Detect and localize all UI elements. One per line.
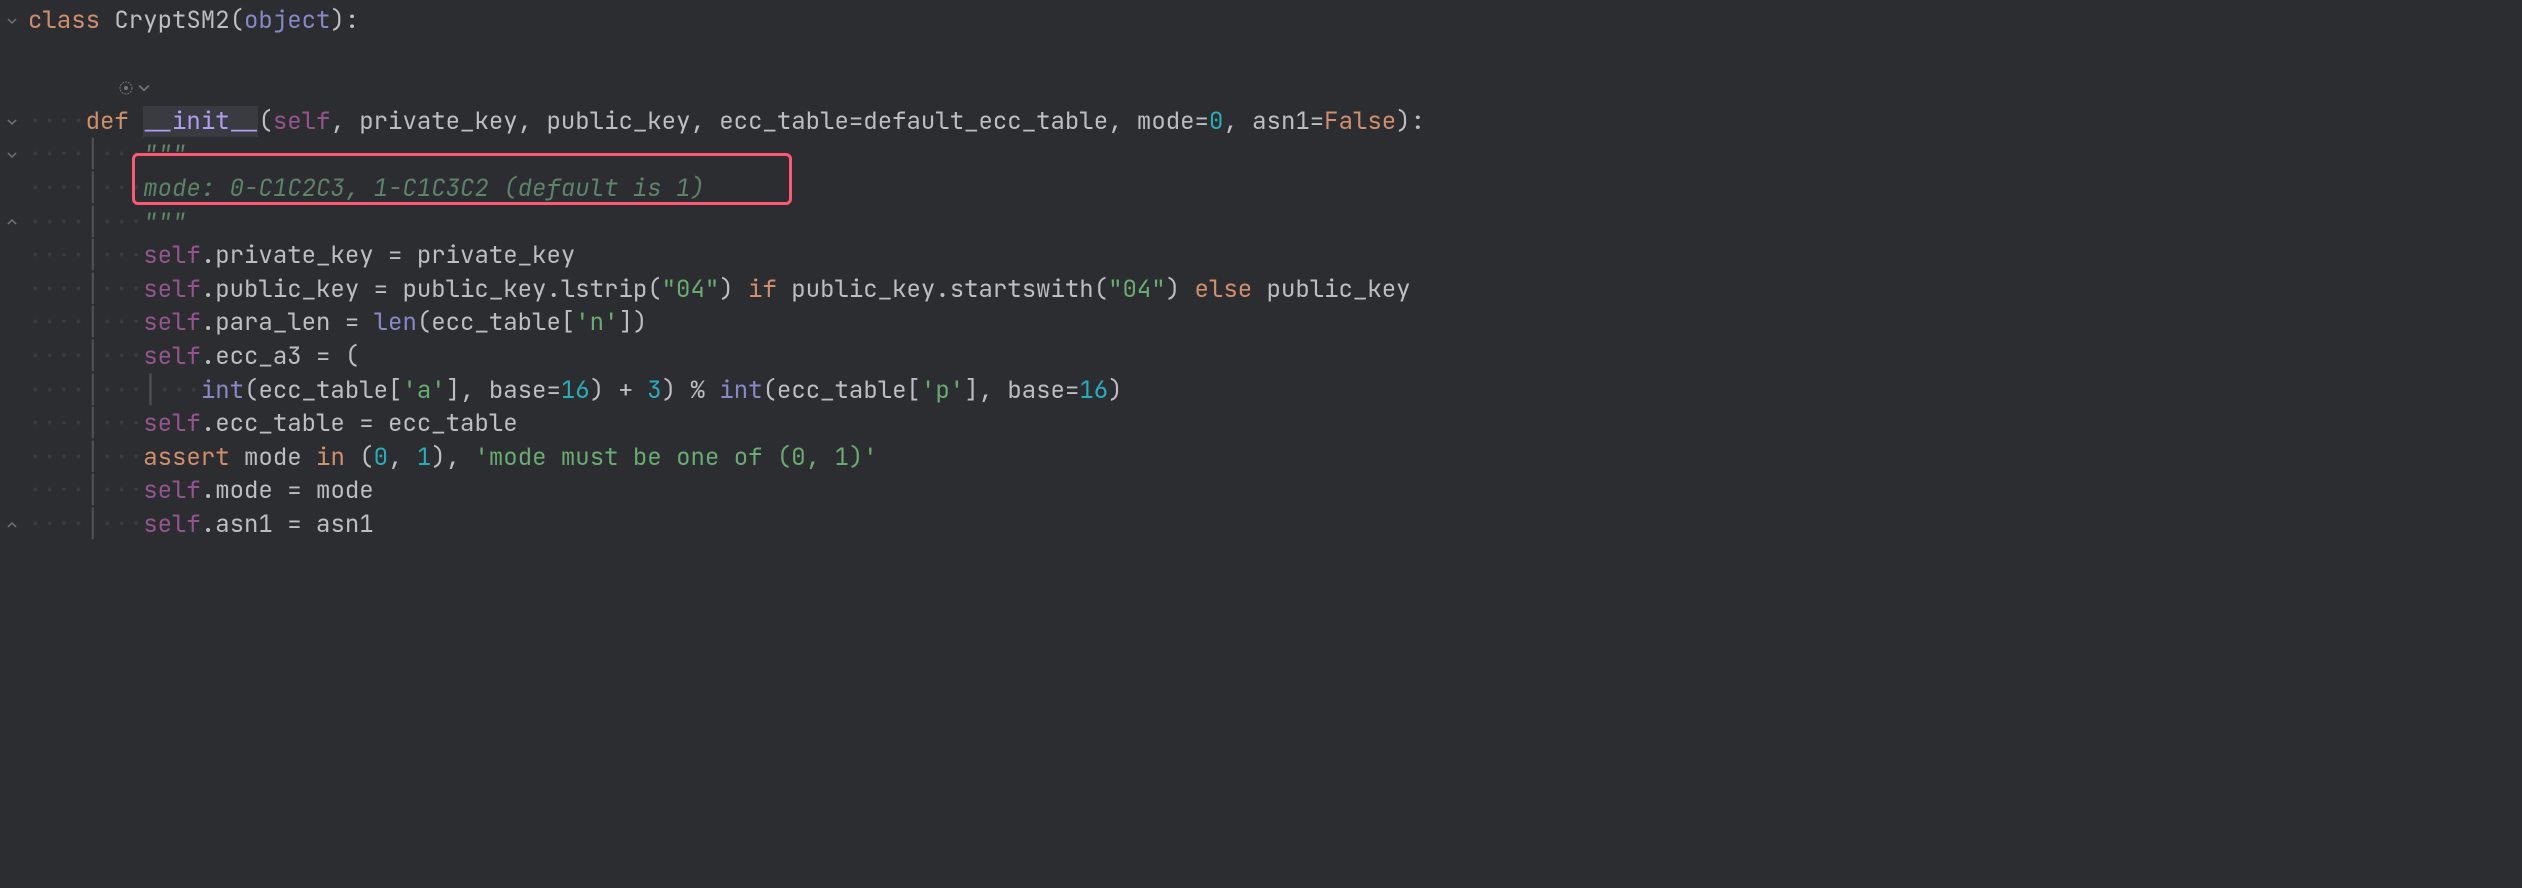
mode-default-value: 0: [1209, 106, 1223, 137]
code-line[interactable]: ····│···""": [28, 206, 2522, 240]
gutter-blank: [0, 340, 24, 374]
gutter-blank: [0, 239, 24, 273]
code-editor[interactable]: class CryptSM2(object): ····def __init__…: [0, 0, 2522, 546]
code-line[interactable]: ····│···self.ecc_table = ecc_table: [28, 407, 2522, 441]
usages-icon: [118, 80, 134, 96]
gutter-blank: [0, 38, 24, 72]
code-line[interactable]: ····│···self.asn1 = asn1: [28, 508, 2522, 542]
docstring-content: mode: 0-C1C2C3, 1-C1C3C2 (default is 1): [143, 173, 705, 204]
param-public-key: public_key: [546, 106, 690, 137]
param-ecc-table: ecc_table: [719, 106, 849, 137]
code-line[interactable]: ····│···self.ecc_a3 = (: [28, 340, 2522, 374]
gutter-blank: [0, 71, 24, 105]
string-n: 'n': [575, 307, 618, 338]
code-line-blank[interactable]: [28, 38, 2522, 72]
attr-mode: mode: [215, 475, 273, 506]
keyword-else: else: [1195, 274, 1253, 305]
string-p: 'p': [921, 375, 964, 406]
gutter-blank: [0, 374, 24, 408]
fold-marker-class[interactable]: [0, 4, 24, 38]
chevron-down-icon: [138, 82, 150, 94]
code-line[interactable]: ····│···self.private_key = private_key: [28, 239, 2522, 273]
keyword-if: if: [748, 274, 777, 305]
attr-asn1: asn1: [215, 509, 273, 540]
kwarg-base: base: [489, 375, 547, 406]
keyword-in: in: [316, 442, 345, 473]
code-line[interactable]: class CryptSM2(object):: [28, 4, 2522, 38]
attr-ecc-a3: ecc_a3: [215, 341, 301, 372]
fold-marker-docstr-close[interactable]: [0, 206, 24, 240]
string-a: 'a': [402, 375, 445, 406]
asn1-default-value: False: [1324, 106, 1396, 137]
gutter-blank: [0, 273, 24, 307]
param-private-key: private_key: [359, 106, 517, 137]
param-asn1: asn1: [1252, 106, 1310, 137]
docstring-open: """: [143, 139, 186, 170]
attr-para-len: para_len: [215, 307, 330, 338]
default-ecc-table: default_ecc_table: [863, 106, 1108, 137]
fold-marker-def[interactable]: [0, 105, 24, 139]
docstring-close: """: [143, 207, 186, 238]
builtin-int: int: [201, 375, 244, 406]
code-line[interactable]: ····│···assert mode in (0, 1), 'mode mus…: [28, 441, 2522, 475]
attr-ecc-table: ecc_table: [215, 408, 345, 439]
gutter-blank: [0, 306, 24, 340]
attr-private-key: private_key: [215, 240, 373, 271]
string-04: "04": [662, 274, 720, 305]
param-mode: mode: [1137, 106, 1195, 137]
code-line-docstring[interactable]: ····│···mode: 0-C1C2C3, 1-C1C3C2 (defaul…: [28, 172, 2522, 206]
gutter-blank: [0, 172, 24, 206]
code-line[interactable]: ····def __init__(self, private_key, publ…: [28, 105, 2522, 139]
method-lstrip: lstrip: [561, 274, 647, 305]
fold-marker-docstr-open[interactable]: [0, 138, 24, 172]
method-startswith: startswith: [950, 274, 1094, 305]
keyword-assert: assert: [143, 442, 229, 473]
gutter: [0, 0, 24, 546]
attr-public-key: public_key: [215, 274, 359, 305]
gutter-blank: [0, 441, 24, 475]
gutter-blank: [0, 407, 24, 441]
assert-message: 'mode must be one of (0, 1)': [475, 442, 878, 473]
code-line[interactable]: ····│···self.para_len = len(ecc_table['n…: [28, 306, 2522, 340]
code-line[interactable]: ····│···""": [28, 138, 2522, 172]
self-param: self: [273, 106, 331, 137]
code-line[interactable]: ····│···│···int(ecc_table['a'], base=16)…: [28, 374, 2522, 408]
keyword-def: def: [86, 106, 129, 137]
usages-hint-icon[interactable]: [28, 71, 2522, 105]
gutter-blank: [0, 474, 24, 508]
function-name-init: __init__: [143, 106, 258, 137]
class-name: CryptSM2: [114, 5, 229, 36]
builtin-object: object: [244, 5, 330, 36]
builtin-len: len: [374, 307, 417, 338]
code-line[interactable]: ····│···self.mode = mode: [28, 474, 2522, 508]
code-area[interactable]: class CryptSM2(object): ····def __init__…: [24, 0, 2522, 546]
fold-marker-end[interactable]: [0, 508, 24, 542]
code-line[interactable]: ····│···self.public_key = public_key.lst…: [28, 273, 2522, 307]
keyword-class: class: [28, 5, 100, 36]
